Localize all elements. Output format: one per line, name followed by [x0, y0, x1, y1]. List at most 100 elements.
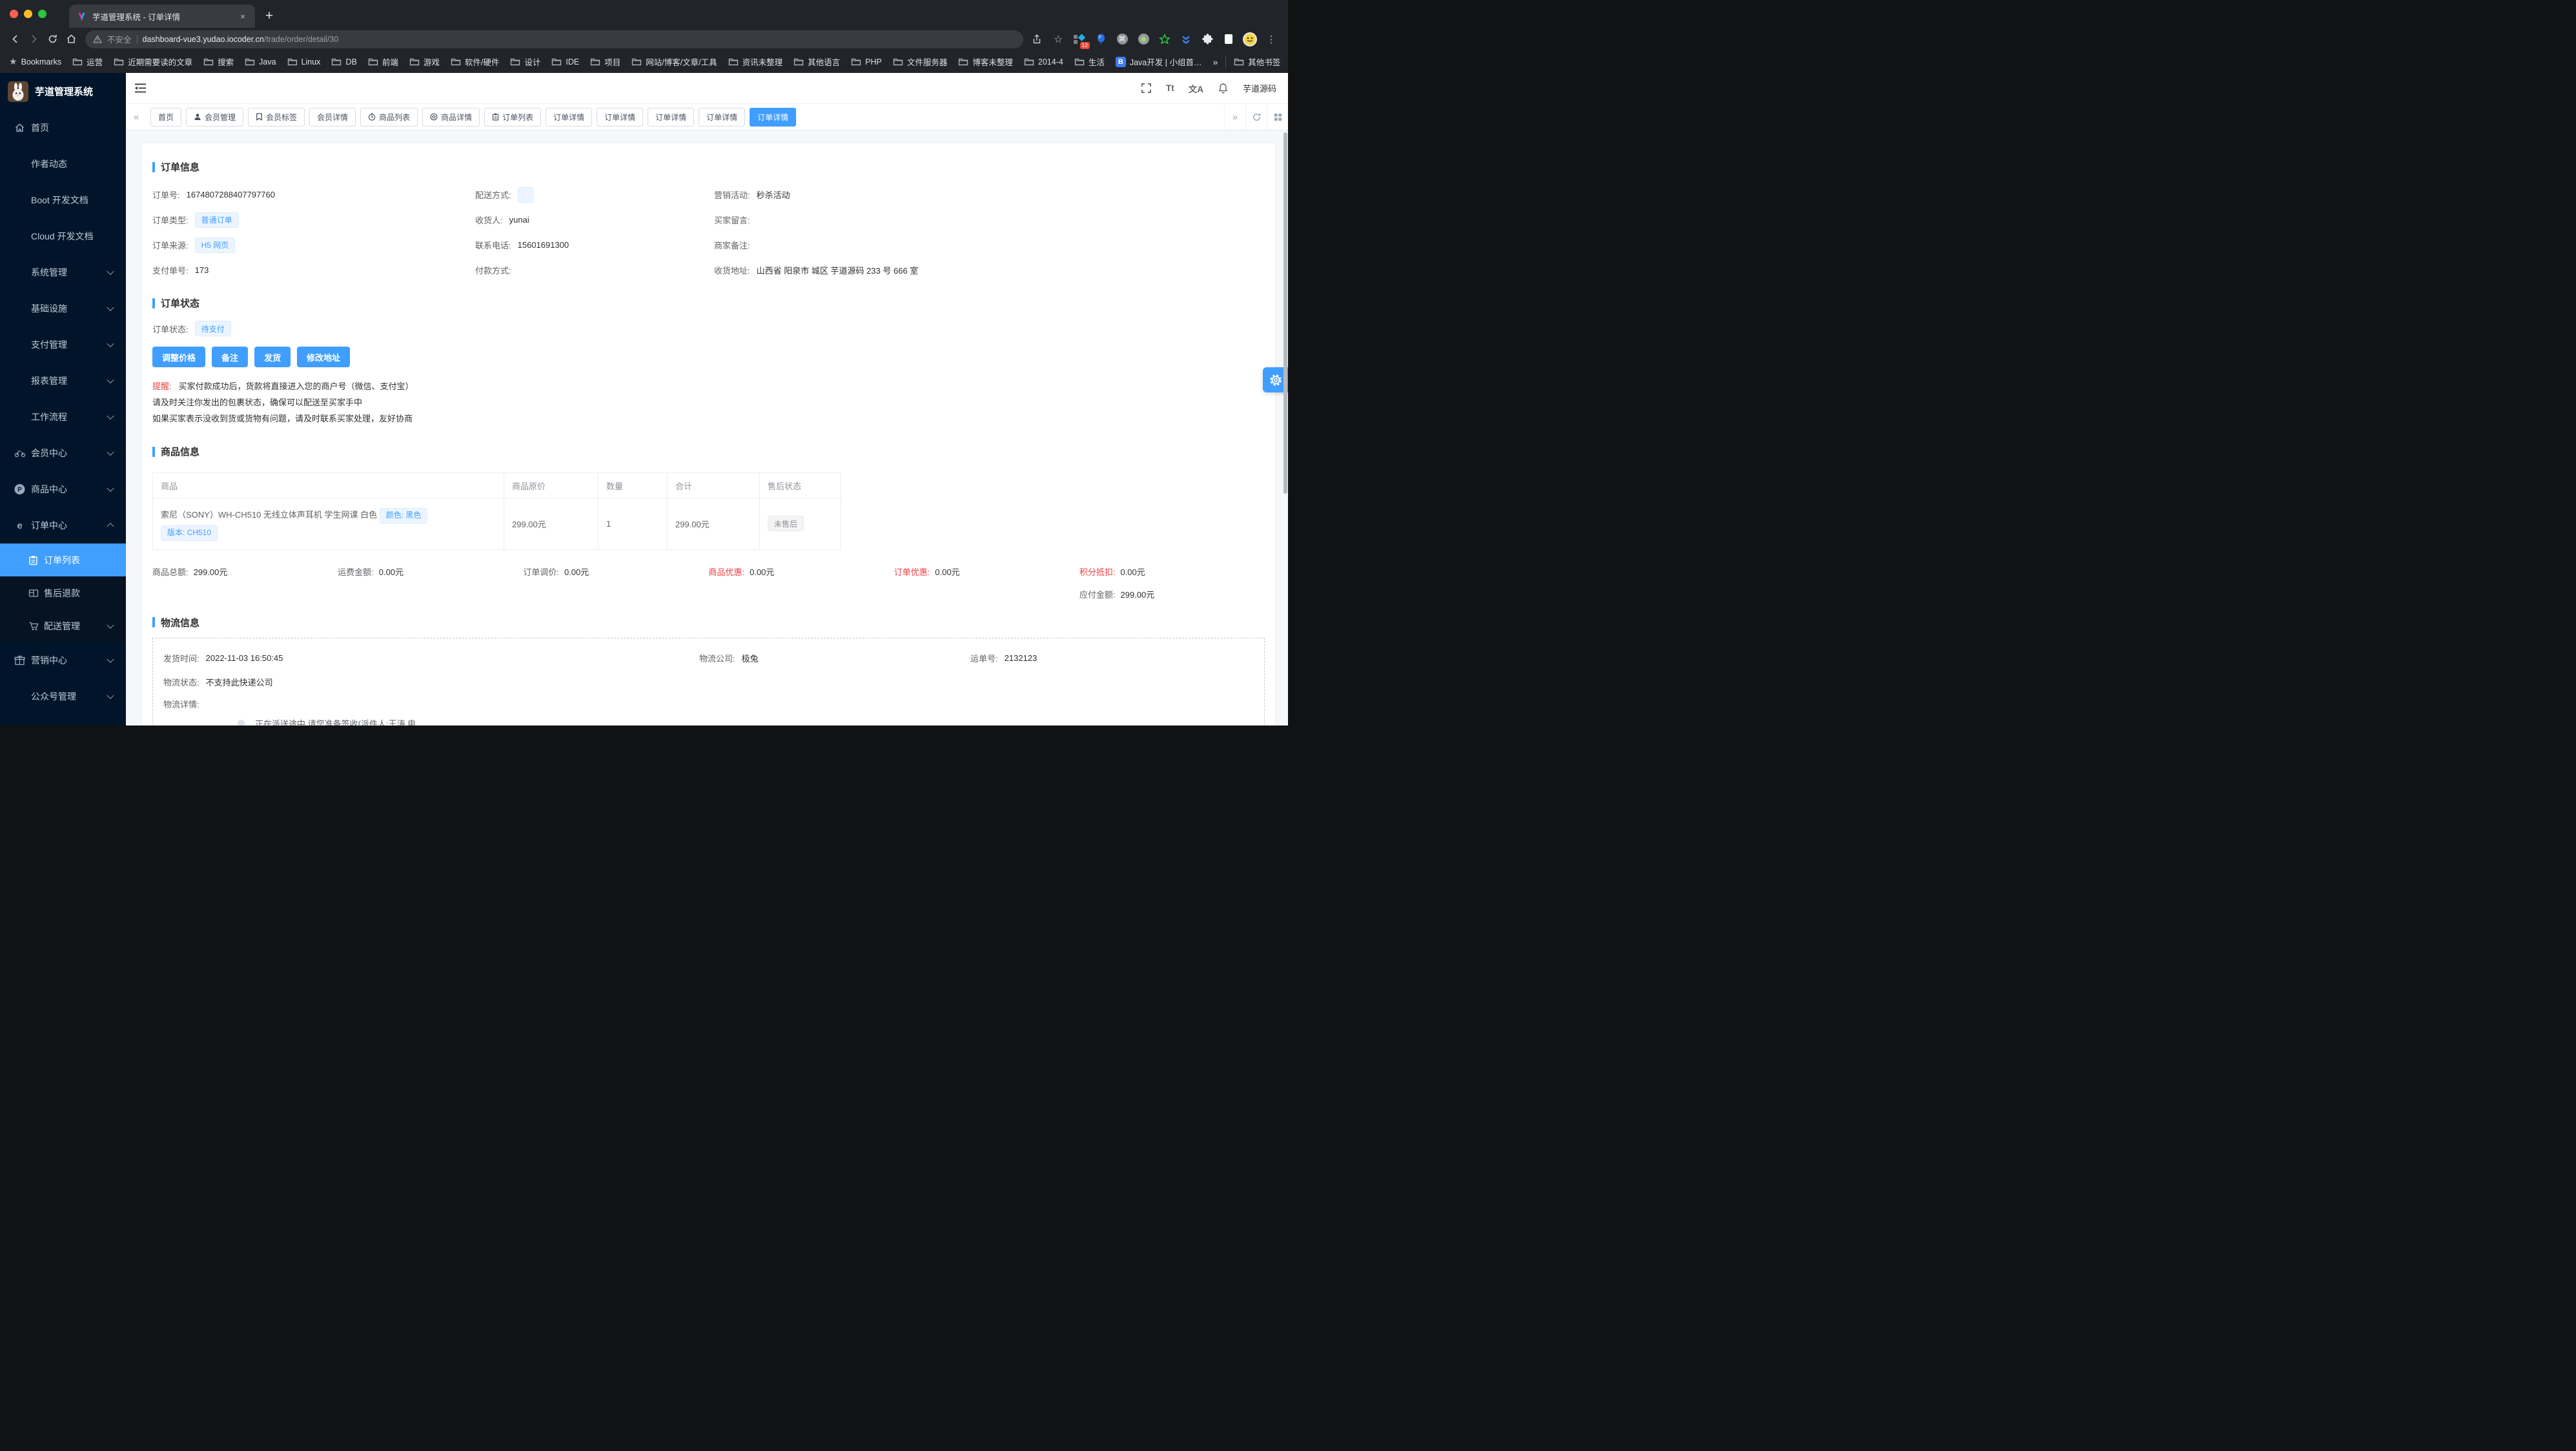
sidebar-item-payment[interactable]: 支付管理 — [0, 327, 126, 363]
folder-icon — [793, 57, 804, 67]
sidebar-item-boot-docs[interactable]: Boot 开发文档 — [0, 182, 126, 218]
bookmark-folder[interactable]: 运营 — [72, 56, 103, 68]
new-tab-button[interactable]: + — [260, 6, 279, 26]
tabs-scroll-left-icon[interactable]: « — [126, 104, 147, 130]
sidebar-item-system[interactable]: 系统管理 — [0, 254, 126, 290]
tab-order-detail-active[interactable]: 订单详情 — [750, 107, 797, 127]
address-bar[interactable]: 不安全 dashboard-vue3.yudao.iocoder.cn/trad… — [85, 30, 1023, 48]
order-type-tag: 普通订单 — [194, 212, 239, 228]
tab-member-tag[interactable]: 会员标签 — [248, 107, 305, 127]
delivery-method-field: 配送方式: — [475, 187, 714, 203]
sidebar-item-order-list[interactable]: 订单列表 — [0, 543, 126, 576]
bookmark-folder[interactable]: 网站/博客/文章/工具 — [631, 56, 717, 68]
extension-command-icon[interactable]: ⌘ — [1114, 32, 1130, 47]
window-minimize-button[interactable] — [24, 10, 32, 18]
bookmark-folder[interactable]: 前端 — [368, 56, 398, 68]
tabs-scroll-right-icon[interactable]: » — [1224, 104, 1245, 130]
marketing-gift-icon — [14, 655, 25, 665]
share-icon[interactable] — [1029, 32, 1045, 47]
tabs-refresh-icon[interactable] — [1245, 104, 1267, 130]
font-size-icon[interactable]: Tt — [1166, 83, 1174, 93]
bookmark-folder[interactable]: 2014-4 — [1024, 57, 1063, 67]
tab-order-detail[interactable]: 订单详情 — [648, 107, 695, 127]
window-zoom-button[interactable] — [38, 10, 46, 18]
bookmarks-overflow-icon[interactable]: » — [1212, 57, 1218, 67]
window-close-button[interactable] — [10, 10, 18, 18]
tab-product-list[interactable]: 商品列表 — [360, 107, 418, 127]
remark-button[interactable]: 备注 — [212, 347, 249, 367]
sidebar-item-cloud-docs[interactable]: Cloud 开发文档 — [0, 218, 126, 254]
col-total: 合计 — [667, 472, 760, 498]
tab-order-detail[interactable]: 订单详情 — [597, 107, 644, 127]
sidebar-item-mp-manage[interactable]: 公众号管理 — [0, 678, 126, 715]
tab-order-detail[interactable]: 订单详情 — [546, 107, 593, 127]
bookmark-folder[interactable]: 博客未整理 — [958, 56, 1013, 68]
bookmark-folder[interactable]: 设计 — [510, 56, 540, 68]
extension-dot-icon[interactable] — [1136, 32, 1151, 47]
browser-tab[interactable]: 芋道管理系统 - 订单详情 × — [69, 5, 255, 28]
tab-member-manage[interactable]: 会员管理 — [186, 107, 244, 127]
bookmark-folder[interactable]: 游戏 — [409, 56, 440, 68]
tab-order-detail[interactable]: 订单详情 — [699, 107, 746, 127]
fullscreen-icon[interactable] — [1141, 83, 1152, 94]
sidebar-item-product-center[interactable]: P 商品中心 — [0, 471, 126, 507]
reload-button[interactable] — [44, 31, 61, 48]
notification-bell-icon[interactable] — [1218, 83, 1229, 94]
extension-star-icon[interactable] — [1157, 32, 1172, 47]
extension-balloon-icon[interactable] — [1093, 32, 1109, 47]
ship-button[interactable]: 发货 — [254, 347, 291, 367]
page-scrollbar-thumb[interactable] — [1283, 132, 1287, 494]
extensions-puzzle-icon[interactable] — [1200, 32, 1215, 47]
home-button[interactable] — [63, 31, 79, 48]
sidebar-item-delivery[interactable]: 配送管理 — [0, 609, 126, 642]
bookmark-folder[interactable]: 近期需要读的文章 — [114, 56, 192, 68]
browser-menu-icon[interactable]: ⋮ — [1263, 32, 1279, 47]
bookmark-folder[interactable]: Java — [245, 57, 276, 67]
bookmark-folder[interactable]: IDE — [551, 57, 579, 67]
collapse-menu-icon[interactable] — [134, 83, 147, 94]
section-product-info-title: 商品信息 — [152, 445, 1265, 458]
bookmark-folder[interactable]: Linux — [287, 57, 320, 67]
extension-tasks-icon[interactable]: 12 — [1072, 32, 1090, 49]
bookmarks-root[interactable]: ★ Bookmarks — [9, 56, 61, 67]
bookmark-folder[interactable]: 搜索 — [203, 56, 234, 68]
app-logo[interactable]: 芋道管理系统 — [0, 73, 126, 110]
tabs-layout-grid-icon[interactable] — [1267, 104, 1288, 130]
sidebar-item-author-news[interactable]: 作者动态 — [0, 146, 126, 182]
extension-panel-icon[interactable] — [1221, 32, 1236, 47]
sidebar-item-report[interactable]: 报表管理 — [0, 363, 126, 399]
bookmark-folder[interactable]: 项目 — [590, 56, 620, 68]
bookmark-folder[interactable]: 资讯未整理 — [728, 56, 782, 68]
extension-chevrons-icon[interactable] — [1178, 32, 1194, 47]
edit-address-button[interactable]: 修改地址 — [297, 347, 351, 367]
tab-product-detail[interactable]: 商品详情 — [422, 107, 480, 127]
bookmark-star-icon[interactable]: ☆ — [1050, 32, 1066, 47]
bookmark-folder[interactable]: 软件/硬件 — [451, 56, 499, 68]
user-menu[interactable]: 芋道源码 — [1243, 82, 1276, 94]
sidebar-item-order-center[interactable]: e 订单中心 — [0, 507, 126, 543]
tab-close-icon[interactable]: × — [237, 10, 249, 22]
sidebar-item-infra[interactable]: 基础设施 — [0, 290, 126, 327]
product-table: 商品 商品原价 数量 合计 售后状态 索尼（SONY）WH-CH510 无线立体… — [152, 472, 841, 550]
language-icon[interactable]: 文A — [1189, 82, 1203, 95]
bookmark-folder[interactable]: DB — [331, 57, 357, 67]
sidebar-item-home[interactable]: 首页 — [0, 110, 126, 146]
sidebar-item-member-center[interactable]: 会员中心 — [0, 435, 126, 471]
profile-avatar[interactable] — [1242, 32, 1258, 47]
tab-order-list[interactable]: 订单列表 — [484, 107, 542, 127]
sidebar-item-aftersale-refund[interactable]: 售后退款 — [0, 576, 126, 609]
bookmark-folder[interactable]: 其他语言 — [793, 56, 840, 68]
adjust-price-button[interactable]: 调整价格 — [152, 347, 206, 367]
forward-button[interactable] — [25, 31, 42, 48]
clipboard-icon — [492, 113, 499, 121]
back-button[interactable] — [6, 31, 23, 48]
bookmark-folder[interactable]: 文件服务器 — [893, 56, 947, 68]
sidebar-item-workflow[interactable]: 工作流程 — [0, 399, 126, 435]
other-bookmarks[interactable]: 其他书签 — [1234, 56, 1280, 68]
bookmark-folder[interactable]: PHP — [851, 57, 882, 67]
bookmark-java-page[interactable]: B Java开发 | 小组首… — [1115, 56, 1201, 68]
tab-home[interactable]: 首页 — [150, 107, 182, 127]
sidebar-item-marketing-center[interactable]: 营销中心 — [0, 642, 126, 678]
bookmark-folder[interactable]: 生活 — [1074, 56, 1105, 68]
tab-member-detail[interactable]: 会员详情 — [309, 107, 356, 127]
